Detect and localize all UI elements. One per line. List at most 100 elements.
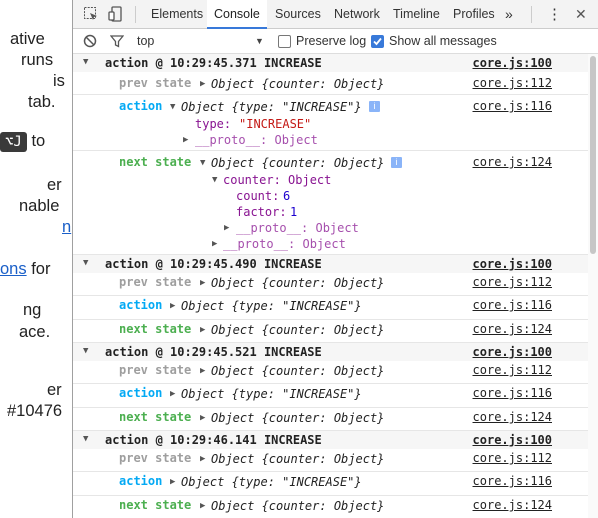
collapsed-triangle-icon[interactable]: ▶ <box>200 413 205 423</box>
clear-console-icon[interactable] <box>83 34 99 50</box>
page-link[interactable]: ons <box>0 260 27 278</box>
source-link[interactable]: core.js:112 <box>473 275 552 289</box>
collapsed-triangle-icon[interactable]: ▶ <box>170 301 175 311</box>
tab-elements[interactable]: Elements <box>149 0 205 28</box>
source-link[interactable]: core.js:124 <box>473 410 552 424</box>
console-filter-bar: top ▼ Preserve log Show all messages <box>73 29 598 54</box>
collapsed-triangle-icon[interactable]: ▶ <box>224 223 229 233</box>
tab-console[interactable]: Console <box>207 0 267 29</box>
object-preview[interactable]: Object {counter: Object} <box>211 364 384 378</box>
scrollbar-thumb[interactable] <box>590 56 596 254</box>
object-preview[interactable]: Object {counter: Object} <box>211 156 384 170</box>
page-text: ative <box>10 30 45 48</box>
collapsed-triangle-icon[interactable]: ▶ <box>170 477 175 487</box>
property-key[interactable]: counter: Object <box>223 173 331 187</box>
log-entry-next-state: next state ▶ Object {counter: Object} co… <box>73 408 589 430</box>
log-entry-next-state: next state ▶ Object {counter: Object} co… <box>73 320 589 342</box>
object-preview[interactable]: Object {counter: Object} <box>211 323 384 337</box>
source-link[interactable]: core.js:100 <box>473 345 552 359</box>
collapsed-triangle-icon[interactable]: ▶ <box>200 325 205 335</box>
object-preview[interactable]: Object {counter: Object} <box>211 452 384 466</box>
source-link[interactable]: core.js:116 <box>473 99 552 113</box>
log-group-header[interactable]: ▼ action @ 10:29:46.141 INCREASE core.js… <box>73 431 589 449</box>
collapsed-triangle-icon[interactable]: ▶ <box>170 389 175 399</box>
proto-property[interactable]: __proto__: Object <box>195 133 318 147</box>
proto-property[interactable]: __proto__: Object <box>223 237 346 251</box>
source-link[interactable]: core.js:100 <box>473 56 552 70</box>
object-preview[interactable]: Object {type: "INCREASE"} <box>181 475 362 489</box>
expanded-triangle-icon[interactable]: ▼ <box>170 102 175 112</box>
collapsed-triangle-icon[interactable]: ▶ <box>200 79 205 89</box>
page-text: #10476 <box>7 402 63 420</box>
toolbar-divider <box>531 6 532 23</box>
tab-sources[interactable]: Sources <box>273 0 323 28</box>
log-group-header[interactable]: ▼ action @ 10:29:45.371 INCREASE core.js… <box>73 54 589 72</box>
more-tabs-icon[interactable]: » <box>505 0 513 28</box>
inspect-element-icon[interactable] <box>83 6 99 22</box>
collapsed-triangle-icon[interactable]: ▶ <box>212 239 217 249</box>
page-text: tab. <box>28 93 56 111</box>
object-preview[interactable]: Object {counter: Object} <box>211 276 384 290</box>
log-entry-action: action ▶ Object {type: "INCREASE"} core.… <box>73 384 589 407</box>
page-text: for <box>31 260 51 278</box>
filter-icon[interactable] <box>109 34 126 50</box>
collapsed-triangle-icon[interactable]: ▶ <box>200 501 205 511</box>
property-key: count: <box>236 189 280 203</box>
collapsed-triangle-icon[interactable]: ▶ <box>200 366 205 376</box>
tab-profiles[interactable]: Profiles <box>451 0 497 28</box>
log-entry-action: action ▶ Object {type: "INCREASE"} core.… <box>73 296 589 319</box>
info-icon[interactable]: i <box>391 157 402 168</box>
console-log: ▼ action @ 10:29:45.371 INCREASE core.js… <box>73 54 589 518</box>
source-link[interactable]: core.js:124 <box>473 498 552 512</box>
expanded-triangle-icon[interactable]: ▼ <box>200 158 205 168</box>
source-link[interactable]: core.js:100 <box>473 433 552 447</box>
source-link[interactable]: core.js:100 <box>473 257 552 271</box>
source-link[interactable]: core.js:116 <box>473 298 552 312</box>
collapsed-triangle-icon[interactable]: ▶ <box>200 278 205 288</box>
object-preview[interactable]: Object {counter: Object} <box>211 77 384 91</box>
page-link[interactable]: n <box>62 218 71 237</box>
source-link[interactable]: core.js:124 <box>473 155 552 169</box>
show-all-messages-checkbox[interactable] <box>371 35 384 48</box>
close-devtools-icon[interactable]: ✕ <box>575 0 587 28</box>
log-group-header[interactable]: ▼ action @ 10:29:45.490 INCREASE core.js… <box>73 255 589 273</box>
expanded-triangle-icon[interactable]: ▼ <box>83 346 88 356</box>
action-label: action <box>119 298 163 312</box>
source-link[interactable]: core.js:116 <box>473 386 552 400</box>
chevron-down-icon[interactable]: ▼ <box>255 29 264 54</box>
source-link[interactable]: core.js:116 <box>473 474 552 488</box>
expanded-triangle-icon[interactable]: ▼ <box>83 258 88 268</box>
source-link[interactable]: core.js:112 <box>473 363 552 377</box>
property-value: "INCREASE" <box>239 117 312 131</box>
expanded-triangle-icon[interactable]: ▼ <box>212 175 217 185</box>
log-group-title: action @ 10:29:46.141 INCREASE <box>105 433 322 447</box>
source-link[interactable]: core.js:124 <box>473 322 552 336</box>
context-selector[interactable]: top <box>137 29 154 54</box>
device-mode-icon[interactable] <box>108 6 124 22</box>
log-group-title: action @ 10:29:45.490 INCREASE <box>105 257 322 271</box>
expanded-triangle-icon[interactable]: ▼ <box>83 434 88 444</box>
object-preview[interactable]: Object {counter: Object} <box>211 499 384 513</box>
customize-menu-icon[interactable]: ⋮ <box>547 0 562 28</box>
preserve-log-label: Preserve log <box>296 34 367 48</box>
prev-state-label: prev state <box>119 451 192 465</box>
object-preview[interactable]: Object {type: "INCREASE"} <box>181 100 362 114</box>
collapsed-triangle-icon[interactable]: ▶ <box>200 454 205 464</box>
collapsed-triangle-icon[interactable]: ▶ <box>183 135 188 145</box>
info-icon[interactable]: i <box>369 101 380 112</box>
tab-timeline[interactable]: Timeline <box>391 0 442 28</box>
log-entry-prev-state: prev state ▶ Object {counter: Object} co… <box>73 72 589 94</box>
expanded-triangle-icon[interactable]: ▼ <box>83 57 88 67</box>
preserve-log-checkbox[interactable] <box>278 35 291 48</box>
object-preview[interactable]: Object {counter: Object} <box>211 411 384 425</box>
object-preview[interactable]: Object {type: "INCREASE"} <box>181 299 362 313</box>
proto-property[interactable]: __proto__: Object <box>236 221 359 235</box>
log-group-header[interactable]: ▼ action @ 10:29:45.521 INCREASE core.js… <box>73 343 589 361</box>
object-preview[interactable]: Object {type: "INCREASE"} <box>181 387 362 401</box>
console-scrollbar[interactable] <box>588 54 598 518</box>
log-entry-prev-state: prev state ▶ Object {counter: Object} co… <box>73 361 589 383</box>
log-group-title: action @ 10:29:45.521 INCREASE <box>105 345 322 359</box>
source-link[interactable]: core.js:112 <box>473 451 552 465</box>
tab-network[interactable]: Network <box>332 0 382 28</box>
source-link[interactable]: core.js:112 <box>473 76 552 90</box>
